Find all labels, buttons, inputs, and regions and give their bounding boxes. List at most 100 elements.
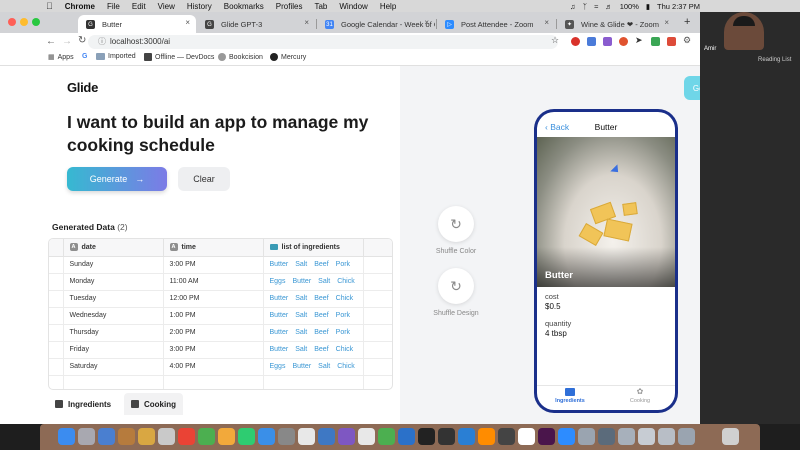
info-icon[interactable]: ⓘ bbox=[98, 37, 106, 46]
extension-icon[interactable] bbox=[667, 37, 676, 46]
menu-file[interactable]: File bbox=[107, 2, 120, 11]
slack-icon[interactable] bbox=[538, 428, 555, 445]
shuffle-color-button[interactable]: ↻ bbox=[438, 206, 474, 242]
get-app-button[interactable]: Get this app bbox=[684, 76, 700, 100]
table-row[interactable]: Friday 3:00 PM Butter Salt Beef Chick bbox=[49, 341, 392, 359]
ingredient-chip[interactable]: Butter bbox=[270, 261, 289, 268]
ingredient-chip[interactable]: Beef bbox=[314, 329, 328, 336]
browser-tab-zoom-wine[interactable]: ✦ Wine & Glide ❤ - Zoom × bbox=[557, 15, 675, 33]
window-icon[interactable] bbox=[598, 428, 615, 445]
ingredient-chip[interactable]: Salt bbox=[295, 346, 307, 353]
table-row[interactable]: Monday 11:00 AM Eggs Butter Salt Chick bbox=[49, 273, 392, 291]
cell-time[interactable]: 2:00 PM bbox=[163, 324, 264, 342]
cell-ingredients[interactable]: Butter Salt Beef Chick bbox=[263, 341, 364, 359]
minimize-window-button[interactable] bbox=[20, 18, 28, 26]
ingredient-chip[interactable]: Salt bbox=[295, 329, 307, 336]
ingredient-chip[interactable]: Eggs bbox=[270, 363, 286, 370]
rocket-extension-icon[interactable]: ➤ bbox=[635, 35, 643, 46]
reminders-icon[interactable] bbox=[178, 428, 195, 445]
browser-tab-glide-gpt3[interactable]: G Glide GPT-3 × bbox=[197, 15, 315, 33]
reading-list[interactable]: Reading List bbox=[758, 57, 791, 63]
zoom-icon[interactable] bbox=[558, 428, 575, 445]
bookmark-imported[interactable]: Imported bbox=[96, 53, 136, 60]
back-arrow-icon[interactable]: ← bbox=[46, 36, 56, 47]
column-header-time[interactable]: Atime bbox=[163, 239, 264, 257]
preview-icon[interactable] bbox=[578, 428, 595, 445]
volume-icon[interactable]: ♬ bbox=[605, 2, 613, 11]
ingredient-chip[interactable]: Salt bbox=[318, 278, 330, 285]
table-row[interactable]: Thursday 2:00 PM Butter Salt Beef Pork bbox=[49, 324, 392, 342]
bookmark-star-icon[interactable]: ☆ bbox=[551, 35, 559, 46]
apple-icon[interactable]:  bbox=[46, 1, 53, 11]
extension-icon[interactable] bbox=[619, 37, 628, 46]
spotify-icon[interactable] bbox=[378, 428, 395, 445]
menu-profiles[interactable]: Profiles bbox=[276, 2, 303, 11]
bookmark-mercury[interactable]: Mercury bbox=[270, 53, 306, 61]
cell-time[interactable]: 4:00 PM bbox=[163, 358, 264, 376]
bookmark-bookcision[interactable]: Bookcision bbox=[218, 53, 263, 61]
cell-date[interactable]: Thursday bbox=[63, 324, 164, 342]
menu-chrome[interactable]: Chrome bbox=[65, 2, 95, 11]
bookmark-apps[interactable]: ▦ Apps bbox=[48, 53, 74, 62]
cell-time[interactable]: 12:00 PM bbox=[163, 290, 264, 308]
ingredient-chip[interactable]: Butter bbox=[292, 363, 311, 370]
ingredient-chip[interactable]: Chick bbox=[336, 295, 354, 302]
battery-percent[interactable]: 100% bbox=[620, 2, 639, 11]
settings-icon[interactable] bbox=[278, 428, 295, 445]
ingredient-chip[interactable]: Salt bbox=[295, 295, 307, 302]
obsidian-icon[interactable] bbox=[338, 428, 355, 445]
menu-bookmarks[interactable]: Bookmarks bbox=[224, 2, 264, 11]
iterm-icon[interactable] bbox=[438, 428, 455, 445]
bookmark-devdocs[interactable]: Offline — DevDocs bbox=[144, 53, 214, 61]
close-tab-icon[interactable]: × bbox=[304, 18, 309, 27]
reload-icon[interactable]: ↻ bbox=[78, 35, 86, 46]
ingredient-chip[interactable]: Chick bbox=[336, 346, 354, 353]
table-row[interactable]: Sunday 3:00 PM Butter Salt Beef Pork bbox=[49, 256, 392, 274]
cell-time[interactable]: 11:00 AM bbox=[163, 273, 264, 291]
cell-time[interactable]: 3:00 PM bbox=[163, 256, 264, 274]
cell-time[interactable]: 1:00 PM bbox=[163, 307, 264, 325]
facetime-icon[interactable] bbox=[238, 428, 255, 445]
app-store-icon[interactable] bbox=[258, 428, 275, 445]
browser-tab-google-calendar[interactable]: 31 Google Calendar - Week of Oc × bbox=[317, 15, 435, 33]
finder-icon[interactable] bbox=[58, 428, 75, 445]
table-row[interactable]: Tuesday 12:00 PM Butter Salt Beef Chick bbox=[49, 290, 392, 308]
ingredient-chip[interactable]: Pork bbox=[336, 329, 350, 336]
cell-ingredients[interactable]: Eggs Butter Salt Chick bbox=[263, 273, 364, 291]
battery-icon[interactable]: ▮ bbox=[646, 2, 650, 11]
column-header-date[interactable]: Adate bbox=[63, 239, 164, 257]
photo-booth-icon[interactable] bbox=[358, 428, 375, 445]
cell-date[interactable]: Friday bbox=[63, 341, 164, 359]
ingredient-chip[interactable]: Pork bbox=[336, 261, 350, 268]
butter-image[interactable] bbox=[537, 137, 675, 287]
safari-icon[interactable] bbox=[318, 428, 335, 445]
photos-icon[interactable] bbox=[218, 428, 235, 445]
bluetooth-icon[interactable]: ᛉ bbox=[583, 2, 588, 11]
menu-view[interactable]: View bbox=[158, 2, 175, 11]
tab-ingredients[interactable]: Ingredients bbox=[48, 393, 118, 415]
close-tab-icon[interactable]: × bbox=[185, 18, 190, 27]
prompt-headline[interactable]: I want to build an app to manage my cook… bbox=[67, 111, 387, 157]
table-row[interactable]: Wednesday 1:00 PM Butter Salt Beef Pork bbox=[49, 307, 392, 325]
add-column-header[interactable] bbox=[363, 239, 392, 257]
close-tab-icon[interactable]: × bbox=[424, 18, 429, 27]
menu-tab[interactable]: Tab bbox=[314, 2, 327, 11]
browser-tab-butter[interactable]: G Butter × bbox=[78, 15, 196, 33]
menu-edit[interactable]: Edit bbox=[132, 2, 146, 11]
cell-ingredients[interactable]: Eggs Butter Salt Chick bbox=[263, 358, 364, 376]
ingredient-chip[interactable]: Butter bbox=[270, 329, 289, 336]
cell-time[interactable]: 3:00 PM bbox=[163, 341, 264, 359]
ingredient-chip[interactable]: Chick bbox=[337, 278, 355, 285]
extension-icon[interactable] bbox=[587, 37, 596, 46]
maps-icon[interactable] bbox=[198, 428, 215, 445]
ingredient-chip[interactable]: Salt bbox=[295, 312, 307, 319]
downloads-icon[interactable] bbox=[618, 428, 635, 445]
figma-icon[interactable] bbox=[498, 428, 515, 445]
launchpad-icon[interactable] bbox=[98, 428, 115, 445]
close-tab-icon[interactable]: × bbox=[544, 18, 549, 27]
folder-icon[interactable] bbox=[638, 428, 655, 445]
cell-ingredients[interactable]: Butter Salt Beef Pork bbox=[263, 256, 364, 274]
ingredient-chip[interactable]: Beef bbox=[314, 295, 328, 302]
phone-tab-ingredients[interactable]: Ingredients bbox=[545, 388, 595, 404]
menu-help[interactable]: Help bbox=[380, 2, 396, 11]
